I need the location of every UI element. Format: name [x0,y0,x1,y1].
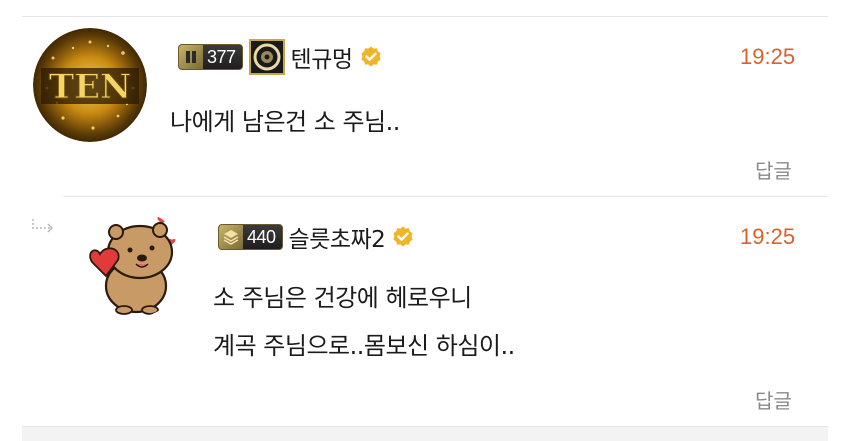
comment-header: 377 텐규멍 [178,38,383,76]
comment-text: 소 주님은 건강에 헤로우니 계곡 주님으로..몸보신 하심이.. [213,274,515,370]
verified-icon [360,46,381,67]
level-badge-icon [219,225,243,249]
emblem-icon[interactable] [248,39,285,75]
level-number: 377 [203,45,242,69]
comment-time: 19:25 [740,224,796,249]
level-badge-icon [179,45,203,69]
reply-arrow-icon [32,219,53,233]
comment-text: 나에게 남은건 소 주님.. [170,108,400,136]
reply-button[interactable]: 답글 [755,385,792,414]
divider-reply [63,196,828,197]
comment-text-line: 계곡 주님으로..몸보신 하심이.. [213,332,515,360]
avatar-gold-ten-icon: TEN [33,28,147,142]
divider-top [22,16,828,17]
comment-text-line: 소 주님은 건강에 헤로우니 [213,284,472,312]
verified-icon [393,226,413,247]
level-badge[interactable]: 377 [178,44,243,70]
level-badge[interactable]: 440 [218,224,283,250]
comment-header: 440 슬릇초짜2 [218,218,415,256]
comment-time: 19:25 [740,44,796,69]
next-comment-divider [22,426,828,441]
nickname[interactable]: 텐규멍 [291,40,353,74]
nickname[interactable]: 슬릇초짜2 [289,220,386,254]
level-number: 440 [243,225,282,249]
reply-button[interactable]: 답글 [755,155,792,184]
avatar[interactable]: TEN [33,28,147,142]
avatar-bear-heart-icon [78,210,186,318]
avatar-label: TEN [49,67,131,107]
avatar[interactable] [78,210,186,318]
